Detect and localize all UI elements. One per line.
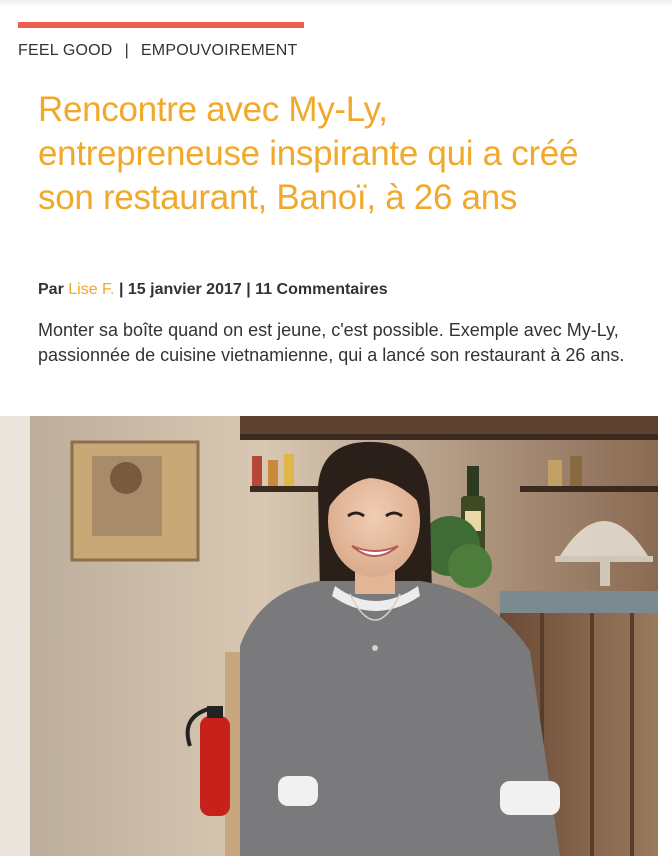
category-feel-good-link[interactable]: FEEL GOOD [18, 42, 113, 59]
article-excerpt: Monter sa boîte quand on est jeune, c'es… [38, 320, 625, 365]
byline-prefix: Par [38, 281, 64, 298]
hero-photo-illustration [0, 416, 658, 856]
meta-separator: | [118, 281, 124, 298]
category-breadcrumb: FEEL GOOD | EMPOUVOIREMENT [18, 42, 298, 60]
top-shadow [0, 0, 672, 6]
category-empouvoirement-link[interactable]: EMPOUVOIREMENT [141, 42, 298, 59]
article-meta: Par Lise F. | 15 janvier 2017 | 11 Comme… [38, 281, 388, 299]
author-link[interactable]: Lise F. [68, 281, 114, 298]
comments-count-link[interactable]: 11 Commentaires [255, 281, 388, 298]
article-title: Rencontre avec My-Ly, entrepreneuse insp… [38, 90, 579, 217]
meta-separator: | [246, 281, 251, 298]
hero-image [0, 416, 658, 856]
category-separator: | [124, 42, 129, 59]
accent-bar [18, 22, 304, 28]
publish-date: 15 janvier 2017 [127, 281, 242, 298]
